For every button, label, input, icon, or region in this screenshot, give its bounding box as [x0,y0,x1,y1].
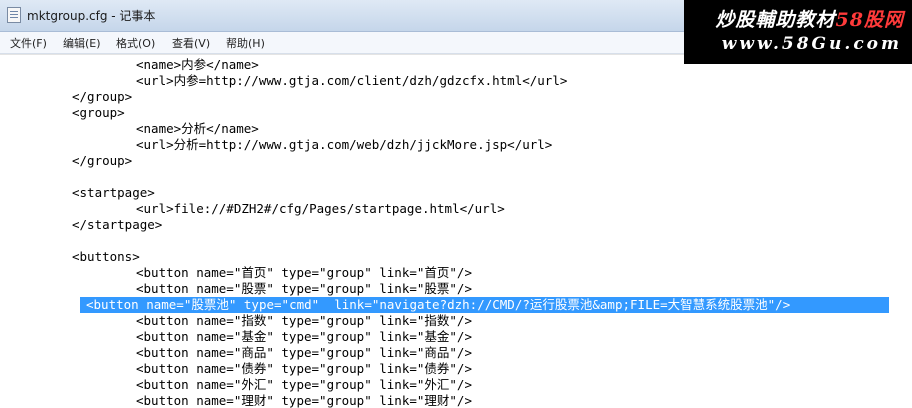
text-line: <button name="基金" type="group" link="基金"… [136,329,472,344]
text-line [0,233,912,249]
text-line: <button name="首页" type="group" link="首页"… [136,265,472,280]
watermark-logo: 炒股輔助教材58股网 www.58Gu.com [684,0,912,64]
text-line: </startpage> [72,217,163,232]
window-title: mktgroup.cfg - 记事本 [27,9,156,23]
text-line: <button name="商品" type="group" link="商品"… [136,345,472,360]
watermark-url: www.58Gu.com [721,34,902,54]
text-line: <button name="理财" type="group" link="理财"… [136,393,472,408]
text-line: <name>分析</name> [136,121,259,136]
text-editor[interactable]: <name>内参</name> <url>内参=http://www.gtja.… [0,54,912,408]
text-line: <startpage> [72,185,155,200]
notepad-window: mktgroup.cfg - 记事本 文件(F) 编辑(E) 格式(O) 查看(… [0,0,912,408]
notepad-icon[interactable] [7,7,21,23]
watermark-title-text: 炒股輔助教材 [715,9,836,31]
text-line: <group> [72,105,125,120]
text-lines: <name>内参</name> <url>内参=http://www.gtja.… [0,57,912,408]
text-line: </group> [72,89,133,104]
text-line: <button name="债券" type="group" link="债券"… [136,361,472,376]
text-line: </group> [72,153,133,168]
menu-view[interactable]: 查看(V) [172,35,210,51]
text-line: <button name="外汇" type="group" link="外汇"… [136,377,472,392]
text-line: <url>内参=http://www.gtja.com/client/dzh/g… [136,73,568,88]
watermark-title: 炒股輔助教材58股网 [716,5,904,32]
text-line: <url>file://#DZH2#/cfg/Pages/startpage.h… [136,201,505,216]
selected-text-line[interactable]: <button name="股票池" type="cmd" link="navi… [0,297,912,313]
text-line: <button name="指数" type="group" link="指数"… [136,313,472,328]
menu-file[interactable]: 文件(F) [10,35,47,51]
text-line [0,169,912,185]
text-line: <url>分析=http://www.gtja.com/web/dzh/jjck… [136,137,553,152]
menu-format[interactable]: 格式(O) [116,35,155,51]
menu-edit[interactable]: 编辑(E) [63,35,101,51]
text-line: <buttons> [72,249,140,264]
menu-help[interactable]: 帮助(H) [226,35,265,51]
text-line: <button name="股票" type="group" link="股票"… [136,281,472,296]
watermark-brand: 58股网 [835,9,904,31]
